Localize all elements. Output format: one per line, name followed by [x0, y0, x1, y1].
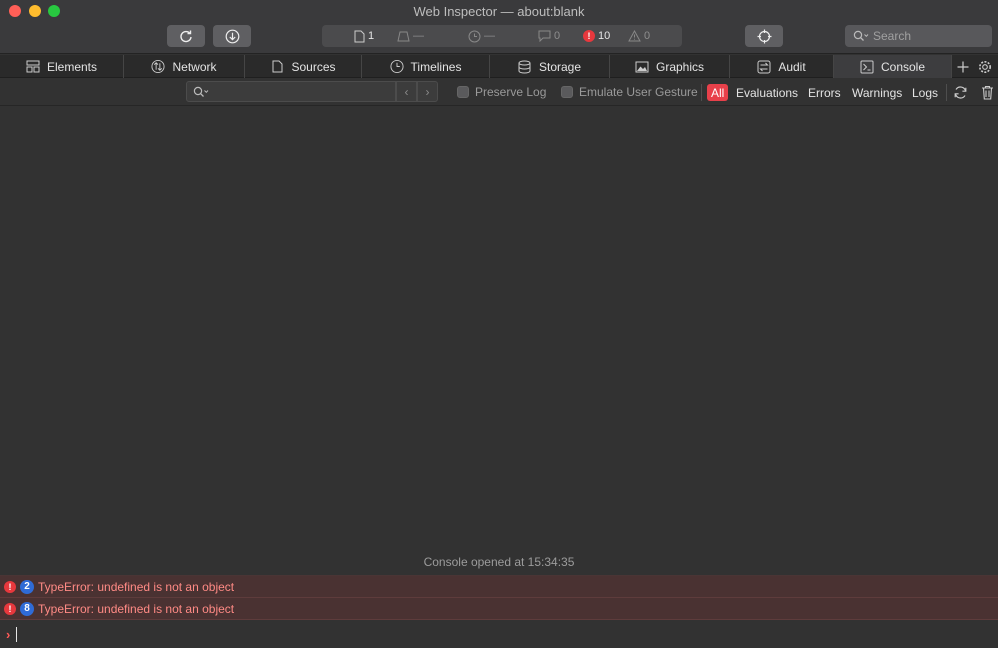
- session-marker: Console opened at 15:34:35: [423, 555, 575, 569]
- clear-console-button[interactable]: [979, 84, 995, 100]
- timelines-icon: [390, 59, 404, 74]
- inspect-element-button[interactable]: [745, 25, 783, 47]
- previous-match-button[interactable]: ‹: [396, 81, 417, 102]
- dashboard[interactable]: 1 — — 0 ! 10 0: [322, 25, 682, 47]
- tab-sources[interactable]: Sources: [245, 55, 362, 78]
- console-output[interactable]: Console opened at 15:34:35 ! 2 TypeError…: [0, 107, 998, 648]
- plus-icon: [957, 61, 969, 72]
- filter-input[interactable]: [213, 84, 383, 99]
- repeat-count-badge: 8: [20, 601, 34, 616]
- tab-storage[interactable]: Storage: [490, 55, 610, 78]
- clock-icon: [468, 30, 481, 42]
- console-filter-bar: ‹ › Preserve Log Emulate User Gesture Al…: [0, 79, 998, 106]
- crosshair-icon: [757, 29, 771, 43]
- reload-button[interactable]: [167, 25, 205, 47]
- level-all-button[interactable]: All: [707, 84, 729, 101]
- console-message-error[interactable]: ! 2 TypeError: undefined is not an objec…: [0, 576, 998, 598]
- network-icon: [151, 59, 166, 74]
- console-message-error[interactable]: ! 8 TypeError: undefined is not an objec…: [0, 598, 998, 620]
- console-prompt[interactable]: ›: [0, 620, 998, 648]
- level-errors-button[interactable]: Errors: [805, 84, 844, 101]
- level-warnings-button[interactable]: Warnings: [849, 84, 905, 101]
- checkbox-box[interactable]: [561, 86, 573, 98]
- dashboard-warnings[interactable]: 0: [628, 25, 650, 47]
- sources-icon: [270, 60, 284, 74]
- chevron-left-icon: ‹: [404, 84, 409, 99]
- reload-icon: [180, 30, 192, 43]
- search-input[interactable]: [873, 29, 983, 43]
- level-logs-button[interactable]: Logs: [909, 84, 941, 101]
- tab-console[interactable]: Console: [834, 55, 952, 78]
- preserve-log-checkbox[interactable]: Preserve Log: [457, 85, 546, 99]
- console-icon: [860, 60, 874, 74]
- window-title: Web Inspector — about:blank: [413, 4, 585, 19]
- filter-divider: [946, 84, 947, 101]
- tab-timelines[interactable]: Timelines: [362, 55, 490, 78]
- checkbox-box[interactable]: [457, 86, 469, 98]
- error-icon: !: [4, 580, 16, 593]
- filter-search-icon: [193, 86, 209, 97]
- search-field[interactable]: [845, 25, 992, 47]
- dashboard-size[interactable]: —: [397, 25, 424, 47]
- text-caret: [16, 626, 18, 642]
- emulate-user-gesture-checkbox[interactable]: Emulate User Gesture: [561, 85, 698, 99]
- message-text: TypeError: undefined is not an object: [38, 601, 235, 616]
- dashboard-errors[interactable]: ! 10: [583, 25, 610, 47]
- dashboard-resources[interactable]: 1: [354, 25, 374, 47]
- level-evaluations-button[interactable]: Evaluations: [733, 84, 801, 101]
- gear-icon: [979, 60, 991, 73]
- log-bubble-icon: [538, 30, 551, 42]
- weight-icon: [397, 31, 410, 42]
- tab-graphics[interactable]: Graphics: [610, 55, 730, 78]
- download-icon: [225, 29, 239, 43]
- dashboard-time[interactable]: —: [468, 25, 495, 47]
- document-icon: [354, 30, 365, 42]
- tab-bar: Elements Network Sources Timelines Stora…: [0, 55, 998, 78]
- repeat-count-badge: 2: [20, 579, 34, 594]
- elements-icon: [26, 60, 40, 74]
- filter-field[interactable]: [186, 81, 396, 102]
- search-icon: [853, 30, 869, 41]
- console-input[interactable]: [23, 627, 998, 641]
- tab-audit[interactable]: Audit: [730, 55, 834, 78]
- audit-icon: [757, 60, 771, 74]
- add-tab-button[interactable]: [952, 55, 974, 78]
- warning-icon: [628, 30, 641, 42]
- message-text: TypeError: undefined is not an object: [38, 579, 235, 594]
- filter-divider: [701, 84, 702, 101]
- error-icon: !: [583, 30, 595, 42]
- prompt-chevron-icon: ›: [6, 626, 11, 642]
- title-bar: Web Inspector — about:blank 1 — — 0 ! 10: [0, 0, 998, 54]
- error-icon: !: [4, 602, 16, 615]
- refresh-cycle-icon: [954, 85, 966, 99]
- settings-button[interactable]: [974, 55, 996, 78]
- tab-elements[interactable]: Elements: [0, 55, 124, 78]
- storage-icon: [518, 60, 532, 74]
- download-button[interactable]: [213, 25, 251, 47]
- chevron-right-icon: ›: [425, 84, 430, 99]
- trash-icon: [981, 85, 993, 100]
- dashboard-logs[interactable]: 0: [538, 25, 560, 47]
- tab-network[interactable]: Network: [124, 55, 245, 78]
- clear-on-reload-button[interactable]: [952, 84, 968, 100]
- graphics-icon: [635, 60, 649, 74]
- next-match-button[interactable]: ›: [417, 81, 438, 102]
